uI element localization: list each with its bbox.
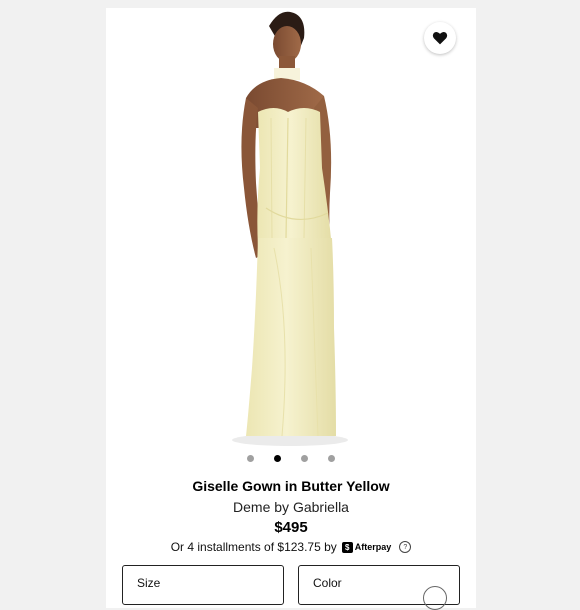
product-card: Giselle Gown in Butter Yellow Deme by Ga… — [106, 8, 476, 610]
color-swatch — [423, 586, 447, 610]
afterpay-logo: $ Afterpay — [341, 541, 392, 553]
carousel-dot-active[interactable] — [274, 454, 281, 462]
installments-text: Or 4 installments of $123.75 by — [170, 540, 337, 554]
help-icon[interactable]: ? — [399, 541, 412, 553]
size-select[interactable]: Size — [122, 565, 284, 605]
carousel-dot[interactable] — [301, 454, 308, 462]
size-label: Size — [137, 576, 161, 590]
color-label: Color — [313, 576, 342, 590]
favorite-button[interactable] — [424, 22, 456, 54]
carousel-dots — [106, 453, 476, 463]
carousel-dot[interactable] — [247, 454, 254, 462]
product-brand[interactable]: Deme by Gabriella — [106, 499, 476, 515]
afterpay-label: Afterpay — [354, 542, 392, 552]
product-title: Giselle Gown in Butter Yellow — [192, 478, 390, 494]
product-photo[interactable] — [106, 8, 476, 448]
carousel-dot[interactable] — [328, 454, 335, 462]
afterpay-icon: $ — [341, 541, 353, 553]
installments-info: Or 4 installments of $123.75 by $ Afterp… — [106, 540, 476, 554]
heart-icon — [432, 31, 448, 45]
color-select[interactable]: Color — [298, 565, 460, 610]
product-price: $495 — [274, 519, 308, 536]
